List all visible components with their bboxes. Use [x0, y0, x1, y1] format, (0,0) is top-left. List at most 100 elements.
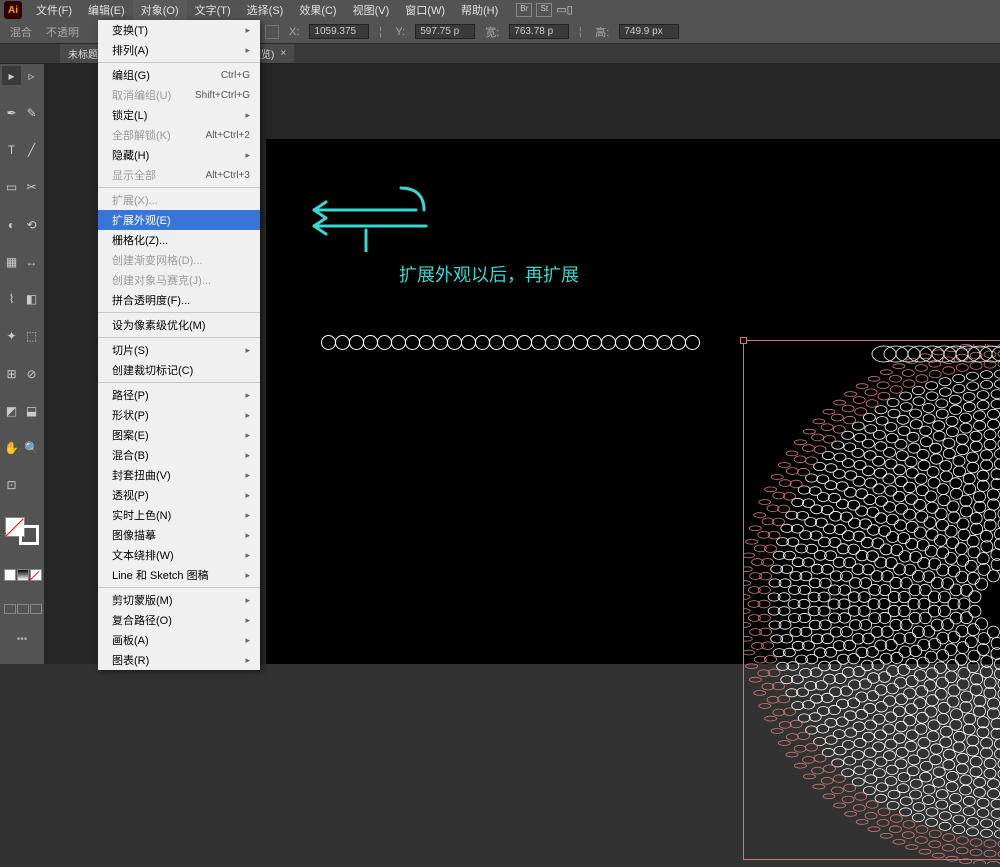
scale-tool[interactable]: ▦ [2, 252, 21, 271]
menu-item[interactable]: 路径(P) [98, 385, 260, 405]
eyedropper-tool[interactable]: ◩ [2, 401, 21, 420]
doc-tab-close-icon[interactable]: × [280, 48, 286, 59]
edit-toolbar-button[interactable]: ••• [2, 634, 42, 662]
menu-help[interactable]: 帮助(H) [453, 0, 506, 21]
screen-mode-row [4, 604, 42, 631]
menubar: 文件(F) 编辑(E) 对象(O) 文字(T) 选择(S) 效果(C) 视图(V… [28, 0, 506, 21]
blend-tool[interactable]: ⬓ [22, 401, 41, 420]
free-transform-tool[interactable]: ◧ [22, 290, 41, 309]
menu-item: 创建渐变网格(D)... [98, 250, 260, 270]
toolbar-bridge-icon[interactable]: Br [516, 3, 532, 17]
menu-item[interactable]: 变换(T) [98, 20, 260, 40]
pen-tool[interactable]: ✒ [2, 103, 21, 122]
screen-mode-normal[interactable] [4, 604, 16, 614]
shape-builder-tool[interactable]: ✦ [2, 327, 21, 346]
curvature-tool[interactable]: ✎ [22, 103, 41, 122]
rotate-tool[interactable]: ◐ [2, 215, 21, 234]
annotation-text: 扩展外观以后，再扩展 [399, 261, 579, 287]
selection-tool[interactable]: ▸ [2, 66, 21, 85]
menu-edit[interactable]: 编辑(E) [80, 0, 133, 21]
link-wh-icon[interactable]: ¦ [575, 26, 585, 38]
menu-view[interactable]: 视图(V) [345, 0, 398, 21]
menu-select[interactable]: 选择(S) [239, 0, 292, 21]
color-mode-none[interactable] [30, 569, 42, 581]
titlebar: Ai 文件(F) 编辑(E) 对象(O) 文字(T) 选择(S) 效果(C) 视… [0, 0, 1000, 20]
menu-item[interactable]: 图表(R) [98, 650, 260, 670]
rectangle-tool[interactable]: ▭ [2, 178, 21, 197]
toolbar-arrange-icon[interactable]: ▭▯ [556, 3, 572, 17]
menu-item: 取消编组(U)Shift+Ctrl+G [98, 85, 260, 105]
w-input[interactable] [509, 24, 569, 39]
menu-item[interactable]: 隐藏(H) [98, 145, 260, 165]
color-mode-gradient[interactable] [17, 569, 29, 581]
menu-file[interactable]: 文件(F) [28, 0, 80, 21]
hand-tool[interactable]: ✋ [2, 439, 21, 458]
width-tool[interactable]: ↔ [22, 252, 41, 271]
zoom-tool[interactable]: 🔍 [22, 439, 41, 458]
color-mode-solid[interactable] [4, 569, 16, 581]
menu-item[interactable]: 切片(S) [98, 340, 260, 360]
mesh-tool[interactable]: ⊞ [2, 364, 21, 383]
menu-item[interactable]: 创建裁切标记(C) [98, 360, 260, 380]
stroke-swatch[interactable] [19, 525, 39, 545]
menu-item[interactable]: 图像描摹 [98, 525, 260, 545]
menu-item[interactable]: 排列(A) [98, 40, 260, 60]
menu-item[interactable]: 实时上色(N) [98, 505, 260, 525]
menu-item: 全部解锁(K)Alt+Ctrl+2 [98, 125, 260, 145]
menu-item[interactable]: 锁定(L) [98, 105, 260, 125]
menu-item[interactable]: 剪切蒙版(M) [98, 590, 260, 610]
perspective-tool[interactable]: ⬚ [22, 327, 41, 346]
screen-mode-present[interactable] [30, 604, 42, 614]
annotation-arrows [306, 182, 436, 252]
coord-anchor-icon[interactable] [265, 25, 279, 39]
x-input[interactable] [309, 24, 369, 39]
gradient-tool[interactable]: ⊘ [22, 364, 41, 383]
artboard-tool[interactable]: ⊡ [2, 476, 21, 495]
menu-item[interactable]: 设为像素级优化(M) [98, 315, 260, 335]
selection-type-label: 混合 [6, 24, 36, 40]
screen-mode-full[interactable] [17, 604, 29, 614]
menu-item[interactable]: 形状(P) [98, 405, 260, 425]
reflect-tool[interactable]: ⟲ [22, 215, 41, 234]
menu-item[interactable]: 复合路径(O) [98, 610, 260, 630]
scissors-tool[interactable]: ✂ [22, 178, 41, 197]
menu-effect[interactable]: 效果(C) [291, 0, 344, 21]
link-xy-icon[interactable]: ¦ [375, 26, 385, 38]
line-tool[interactable]: ╱ [22, 141, 41, 160]
x-label: X: [285, 26, 303, 38]
menu-item[interactable]: 透视(P) [98, 485, 260, 505]
toolbar-stock-icon[interactable]: St [536, 3, 552, 17]
type-tool[interactable]: T [2, 141, 21, 160]
direct-selection-tool[interactable]: ▹ [22, 66, 41, 85]
opacity-label: 不透明 [42, 24, 83, 40]
object-menu-dropdown: 变换(T)排列(A) 编组(G)Ctrl+G取消编组(U)Shift+Ctrl+G… [98, 20, 260, 670]
artwork-circle-row [322, 335, 700, 350]
menu-type[interactable]: 文字(T) [187, 0, 239, 21]
menu-item: 扩展(X)... [98, 190, 260, 210]
w-label: 宽: [481, 24, 503, 40]
warp-tool[interactable]: ⌇ [2, 290, 21, 309]
menu-item[interactable]: Line 和 Sketch 图稿 [98, 565, 260, 585]
menu-item[interactable]: 图案(E) [98, 425, 260, 445]
menu-item[interactable]: 拼合透明度(F)... [98, 290, 260, 310]
fill-stroke-swatch[interactable] [5, 517, 39, 545]
menu-item: 显示全部Alt+Ctrl+3 [98, 165, 260, 185]
menu-window[interactable]: 窗口(W) [397, 0, 453, 21]
menu-object[interactable]: 对象(O) [133, 0, 187, 21]
menu-item[interactable]: 混合(B) [98, 445, 260, 465]
app-icon: Ai [4, 1, 22, 19]
artwork-sphere [744, 344, 1000, 864]
menu-item[interactable]: 编组(G)Ctrl+G [98, 65, 260, 85]
menu-item[interactable]: 画板(A) [98, 630, 260, 650]
h-input[interactable] [619, 24, 679, 39]
menu-item[interactable]: 扩展外观(E) [98, 210, 260, 230]
menu-item[interactable]: 栅格化(Z)... [98, 230, 260, 250]
h-label: 高: [591, 24, 613, 40]
menu-item[interactable]: 封套扭曲(V) [98, 465, 260, 485]
menu-item: 创建对象马赛克(J)... [98, 270, 260, 290]
menu-item[interactable]: 文本绕排(W) [98, 545, 260, 565]
tool-panel: ▸ ▹ ✒ ✎ T ╱ ▭ ✂ ◐ ⟲ ▦ ↔ ⌇ ◧ ✦ ⬚ ⊞ ⊘ ◩ ⬓ … [0, 64, 44, 664]
color-mode-row [4, 569, 42, 598]
y-label: Y: [391, 26, 409, 38]
y-input[interactable] [415, 24, 475, 39]
